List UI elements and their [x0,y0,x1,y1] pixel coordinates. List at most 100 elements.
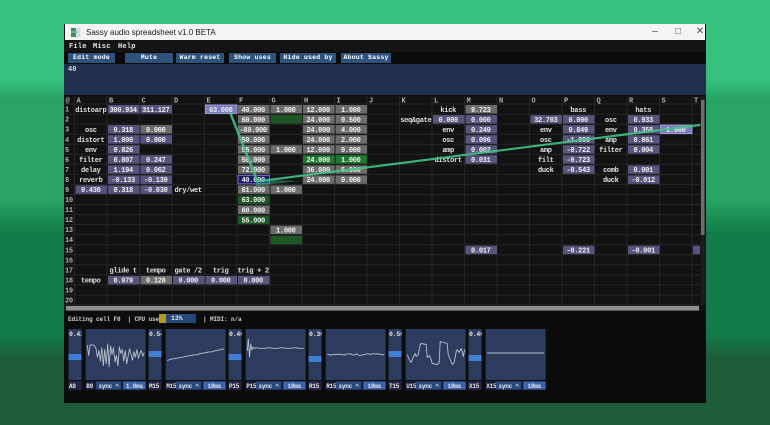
svg-text:F: F [239,98,243,106]
svg-text:10ms: 10ms [368,383,382,390]
svg-text:amp: amp [605,137,617,145]
svg-text:24.000: 24.000 [306,157,330,165]
svg-text:10ms: 10ms [528,383,542,390]
svg-text:-0.723: -0.723 [566,157,590,165]
svg-text:M15: M15 [149,383,160,390]
svg-text:6: 6 [65,157,69,165]
svg-text:H: H [304,98,308,106]
svg-text:12.000: 12.000 [306,107,330,115]
svg-text:0.001: 0.001 [633,167,653,175]
svg-text:40.000: 40.000 [241,107,265,115]
svg-text:duck: duck [603,177,619,185]
svg-text:0.849: 0.849 [568,127,588,135]
svg-text:16: 16 [65,257,73,265]
svg-text:delay: delay [81,167,102,175]
svg-text:duck: duck [538,167,554,175]
svg-text:R15: R15 [309,383,320,390]
svg-text:P15: P15 [229,383,240,390]
svg-text:0.430: 0.430 [81,187,101,195]
svg-text:2.000: 2.000 [341,137,361,145]
svg-text:0.031: 0.031 [471,157,491,165]
svg-text:D: D [174,98,178,106]
svg-text:0.000: 0.000 [471,117,491,125]
svg-text:X15: X15 [469,383,480,390]
svg-text:50.000: 50.000 [241,137,265,145]
svg-text:R15: R15 [326,383,337,390]
svg-text:0.979: 0.979 [113,278,133,286]
svg-text:15: 15 [65,247,73,255]
svg-text:P: P [564,98,568,106]
svg-text:T15: T15 [389,383,400,390]
svg-text:0.000: 0.000 [243,278,263,286]
svg-text:distort: distort [77,137,104,145]
svg-text:32.703: 32.703 [534,117,558,125]
svg-text:24.000: 24.000 [306,177,330,185]
svg-text:Q: Q [597,98,601,106]
svg-text:U15: U15 [406,383,417,390]
svg-text:amp: amp [540,147,552,155]
svg-text:14: 14 [65,237,73,245]
svg-text:trig: trig [213,268,229,276]
svg-text:7: 7 [65,167,69,175]
svg-text:-80.000: -80.000 [240,127,267,135]
svg-text:10ms: 10ms [208,383,222,390]
svg-text:1.000: 1.000 [276,227,296,235]
svg-text:G: G [272,98,276,106]
svg-text:J: J [369,98,373,106]
svg-text:5: 5 [65,147,69,155]
svg-text:sync ^: sync ^ [178,383,199,390]
svg-text:hats: hats [635,107,651,115]
svg-text:1.000: 1.000 [276,187,296,195]
svg-text:A9: A9 [69,383,76,390]
svg-text:300.934: 300.934 [110,107,137,115]
svg-text:filter: filter [599,147,623,155]
svg-text:13: 13 [65,227,73,235]
svg-text:seq&gate: seq&gate [400,117,431,125]
svg-text:0.933: 0.933 [633,117,653,125]
svg-text:-0.722: -0.722 [566,147,590,155]
svg-text:S: S [662,98,666,106]
svg-text:20: 20 [65,298,73,306]
svg-text:env: env [442,127,455,135]
svg-text:12: 12 [65,217,73,225]
svg-text:1.000: 1.000 [341,157,361,165]
svg-text:0.000: 0.000 [568,117,588,125]
svg-text:10: 10 [65,197,73,205]
svg-text:9: 9 [65,187,69,195]
svg-text:sync ^: sync ^ [258,383,279,390]
svg-text:311.127: 311.127 [142,107,169,115]
svg-text:0.000: 0.000 [146,127,166,135]
svg-text:24.000: 24.000 [306,137,330,145]
svg-text:19: 19 [65,288,73,296]
svg-text:T: T [694,98,698,106]
svg-text:-0.543: -0.543 [566,167,590,175]
svg-text:3: 3 [65,127,69,135]
svg-text:distoarp: distoarp [75,107,106,115]
svg-text:O: O [532,98,536,106]
svg-text:0.861: 0.861 [633,137,653,145]
svg-text:bass: bass [570,107,586,115]
svg-text:4.000: 4.000 [341,127,361,135]
svg-text:env: env [85,147,98,155]
svg-text:10ms: 10ms [288,383,302,390]
svg-text:-0.221: -0.221 [566,248,590,256]
svg-text:osc: osc [442,137,454,145]
svg-text:4: 4 [65,137,69,145]
svg-text:env: env [540,127,553,135]
svg-text:I: I [337,98,341,106]
svg-text:tempo: tempo [81,278,101,286]
svg-text:0.500: 0.500 [341,117,361,125]
svg-text:dry/wet: dry/wet [175,187,202,195]
svg-text:0.249: 0.249 [471,127,491,135]
svg-text:filter: filter [79,157,103,165]
svg-text:-0.030: -0.030 [144,187,168,195]
svg-text:0.807: 0.807 [113,157,133,165]
svg-text:sync ^: sync ^ [338,383,359,390]
svg-text:amp: amp [442,147,454,155]
svg-text:12.000: 12.000 [306,147,330,155]
svg-text:0.062: 0.062 [146,167,166,175]
svg-text:17: 17 [65,267,73,275]
svg-text:24.000: 24.000 [306,127,330,135]
svg-text:10ms: 10ms [448,383,462,390]
svg-text:-0.133: -0.133 [111,177,135,185]
